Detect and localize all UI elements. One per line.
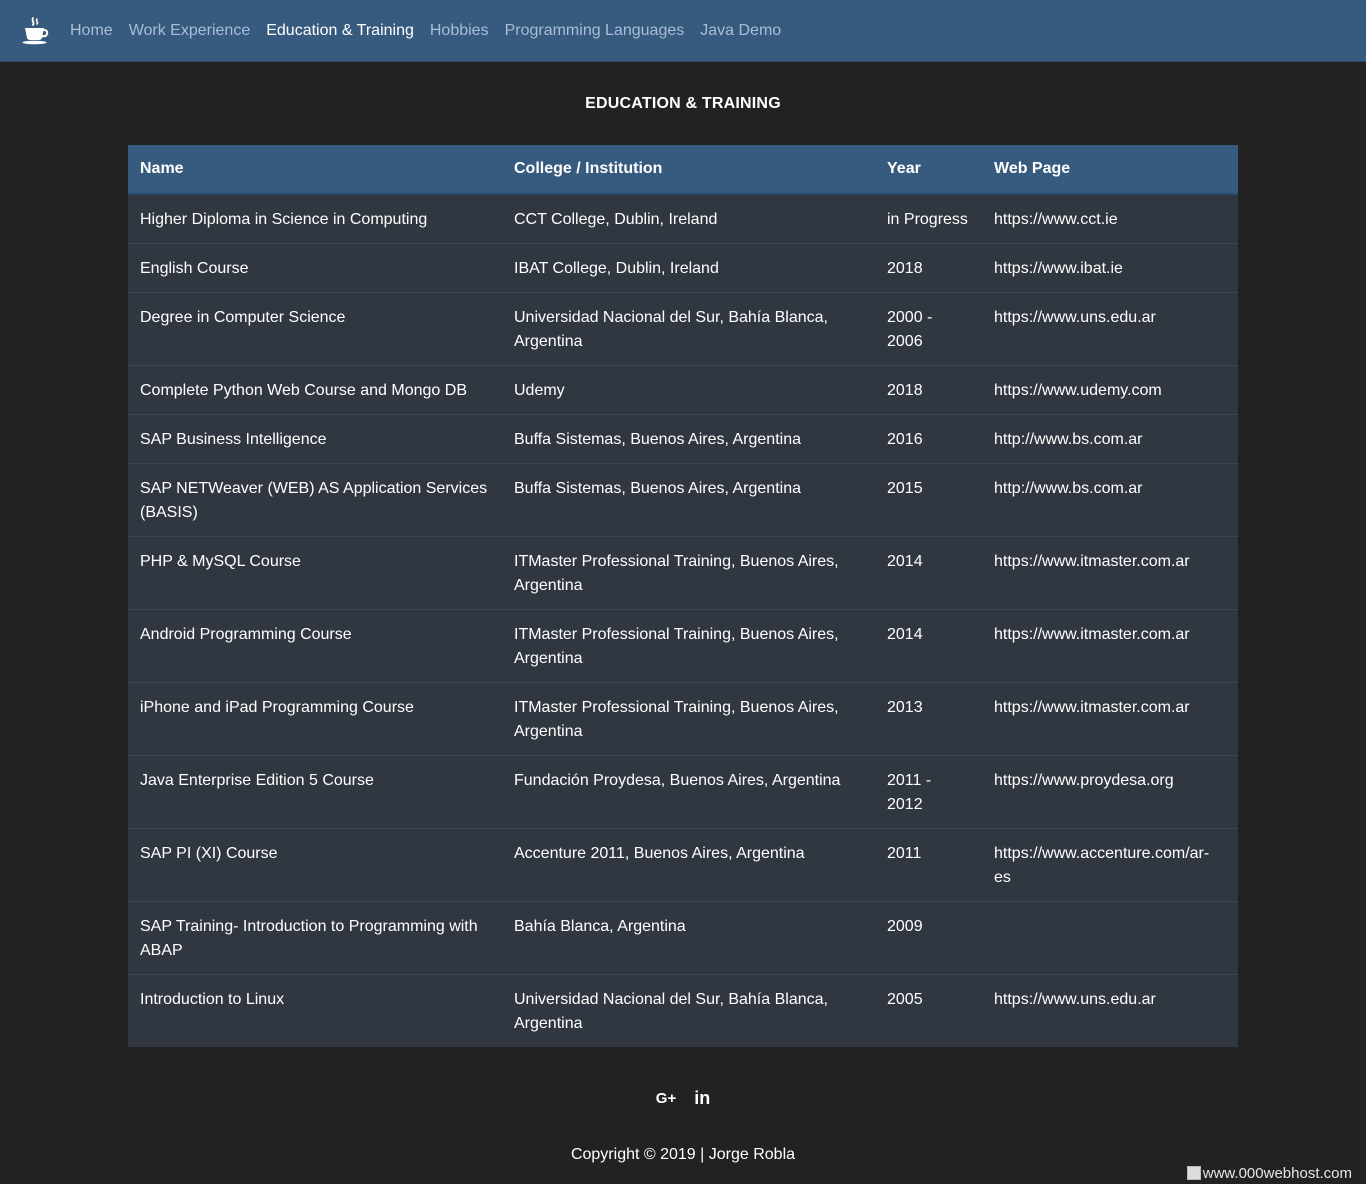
cell-web-page: https://www.uns.edu.ar — [982, 292, 1238, 366]
google-plus-icon[interactable]: G+ — [656, 1090, 676, 1107]
cell-year: 2011 - 2012 — [875, 755, 982, 829]
education-table: Name College / Institution Year Web Page… — [128, 145, 1238, 1047]
cell-institution: Fundación Proydesa, Buenos Aires, Argent… — [502, 755, 875, 829]
cell-name: SAP Training- Introduction to Programmin… — [128, 901, 502, 975]
cell-name: Degree in Computer Science — [128, 292, 502, 366]
cell-name: Java Enterprise Edition 5 Course — [128, 755, 502, 829]
table-body: Higher Diploma in Science in Computing CC… — [128, 194, 1238, 1047]
table-row: Degree in Computer Science Universidad Na… — [128, 292, 1238, 366]
cell-name: SAP PI (XI) Course — [128, 828, 502, 902]
cell-name: PHP & MySQL Course — [128, 536, 502, 610]
column-header-institution: College / Institution — [502, 145, 875, 195]
table-row: SAP NETWeaver (WEB) AS Application Servi… — [128, 463, 1238, 537]
linkedin-icon[interactable]: in — [694, 1088, 710, 1109]
cell-web-page: https://www.itmaster.com.ar — [982, 536, 1238, 610]
nav-item-home[interactable]: Home — [70, 0, 121, 62]
cell-institution: Accenture 2011, Buenos Aires, Argentina — [502, 828, 875, 902]
nav-item-java-demo[interactable]: Java Demo — [692, 0, 789, 62]
cell-institution: Buffa Sistemas, Buenos Aires, Argentina — [502, 463, 875, 537]
cell-name: SAP Business Intelligence — [128, 414, 502, 464]
table-row: SAP Training- Introduction to Programmin… — [128, 901, 1238, 975]
cell-institution: CCT College, Dublin, Ireland — [514, 211, 718, 228]
cell-name: Introduction to Linux — [128, 974, 502, 1047]
cell-institution: Universidad Nacional del Sur, Bahía Blan… — [502, 292, 875, 366]
cell-name: Android Programming Course — [128, 609, 502, 683]
page-title: EDUCATION & TRAINING — [585, 95, 781, 112]
cell-web-page: https://www.udemy.com — [982, 365, 1238, 415]
table-row: Java Enterprise Edition 5 Course Fundació… — [128, 755, 1238, 829]
table-row: Android Programming Course ITMaster Profe… — [128, 609, 1238, 683]
cell-institution: Buffa Sistemas, Buenos Aires, Argentina — [502, 414, 875, 464]
cell-year: 2013 — [875, 682, 982, 756]
table-row: iPhone and iPad Programming Course ITMast… — [128, 682, 1238, 756]
cell-institution: IBAT College, Dublin, Ireland — [502, 243, 875, 293]
cell-year: 2015 — [875, 463, 982, 537]
coffee-cup-icon — [20, 16, 50, 46]
cell-institution: Udemy — [502, 365, 875, 415]
copyright-text: Copyright © 2019 | Jorge Robla — [570, 1146, 796, 1163]
cell-year: 2018 — [875, 243, 982, 293]
table-row: SAP PI (XI) Course Accenture 2011, Buenos… — [128, 828, 1238, 902]
top-navbar: Home Work Experience Education & Trainin… — [0, 0, 1366, 62]
table-row: SAP Business Intelligence Buffa Sistemas,… — [128, 414, 1238, 464]
table-row: Introduction to Linux Universidad Naciona… — [128, 974, 1238, 1047]
cell-year: 2016 — [875, 414, 982, 464]
table-row: Complete Python Web Course and Mongo DB U… — [128, 365, 1238, 415]
cell-year: 2009 — [875, 901, 982, 975]
social-links: G+ in — [0, 1088, 1366, 1109]
webhost-badge-text: www.000webhost.com — [1202, 1164, 1352, 1182]
nav-item-education-training[interactable]: Education & Training — [258, 0, 422, 62]
webhost-badge[interactable]: www.000webhost.com — [1186, 1164, 1352, 1182]
brand-logo[interactable] — [0, 0, 70, 62]
cell-web-page: https://www.itmaster.com.ar — [982, 682, 1238, 756]
cell-web-page: http://www.bs.com.ar — [982, 463, 1238, 537]
nav-item-programming-languages[interactable]: Programming Languages — [497, 0, 693, 62]
cell-institution: ITMaster Professional Training, Buenos A… — [502, 609, 875, 683]
cell-web-page: https://www.accenture.com/ar-es — [982, 828, 1238, 902]
cell-name: iPhone and iPad Programming Course — [128, 682, 502, 756]
cell-institution: Bahía Blanca, Argentina — [502, 901, 875, 975]
cell-institution: Universidad Nacional del Sur, Bahía Blan… — [502, 974, 875, 1047]
cell-year: 2018 — [875, 365, 982, 415]
cell-web-page: https://www.ibat.ie — [982, 243, 1238, 293]
nav-item-hobbies[interactable]: Hobbies — [422, 0, 497, 62]
cell-name: English Course — [128, 243, 502, 293]
cell-web-page: https://www.uns.edu.ar — [982, 974, 1238, 1047]
broken-image-icon — [1186, 1166, 1201, 1180]
cell-year: in Progress — [887, 211, 968, 228]
cell-year: 2000 - 2006 — [875, 292, 982, 366]
cell-name: SAP NETWeaver (WEB) AS Application Servi… — [128, 463, 502, 537]
education-table-container: Name College / Institution Year Web Page… — [128, 145, 1238, 1047]
cell-name: Complete Python Web Course and Mongo DB — [128, 365, 502, 415]
cell-year: 2014 — [875, 609, 982, 683]
table-header-row: Name College / Institution Year Web Page — [128, 145, 1238, 195]
cell-web-page: https://www.itmaster.com.ar — [982, 609, 1238, 683]
table-row: PHP & MySQL Course ITMaster Professional … — [128, 536, 1238, 610]
cell-institution: ITMaster Professional Training, Buenos A… — [502, 682, 875, 756]
column-header-web-page: Web Page — [982, 145, 1238, 195]
cell-year: 2011 — [875, 828, 982, 902]
table-row: English Course IBAT College, Dublin, Irel… — [128, 243, 1238, 293]
cell-web-page: http://www.bs.com.ar — [982, 414, 1238, 464]
nav-item-work-experience[interactable]: Work Experience — [121, 0, 259, 62]
cell-institution: ITMaster Professional Training, Buenos A… — [502, 536, 875, 610]
table-row: Higher Diploma in Science in Computing CC… — [128, 194, 1238, 244]
cell-year: 2014 — [875, 536, 982, 610]
cell-year: 2005 — [875, 974, 982, 1047]
cell-web-page: https://www.cct.ie — [994, 211, 1118, 228]
cell-web-page — [982, 901, 1238, 975]
cell-name: Higher Diploma in Science in Computing — [140, 211, 428, 228]
column-header-name: Name — [128, 145, 502, 195]
cell-web-page: https://www.proydesa.org — [982, 755, 1238, 829]
column-header-year: Year — [875, 145, 982, 195]
